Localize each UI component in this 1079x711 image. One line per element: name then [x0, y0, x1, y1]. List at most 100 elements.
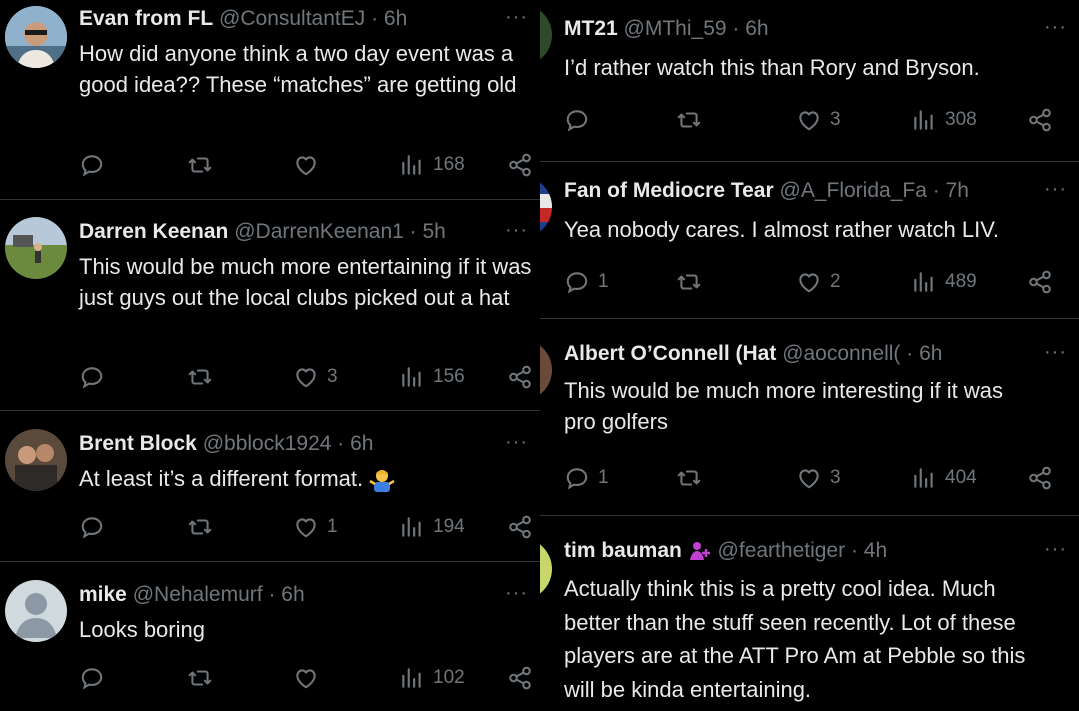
more-dots-icon[interactable]: ··· [1044, 538, 1067, 561]
reply-button[interactable] [564, 105, 598, 135]
timestamp[interactable]: · 5h [410, 220, 446, 243]
timestamp[interactable]: · 7h [933, 179, 969, 202]
user-handle[interactable]: @bblock1924 [203, 432, 332, 455]
views-icon [399, 364, 425, 390]
views-button[interactable]: 404 [911, 463, 977, 493]
views-icon [911, 269, 937, 295]
user-handle[interactable]: @aoconnell( [782, 342, 900, 365]
tweet-header: tim bauman @fearthetiger · 4h [564, 538, 1035, 564]
share-icon[interactable] [507, 152, 533, 178]
tweet-text: This would be much more interesting if i… [564, 378, 1003, 434]
like-button[interactable]: 3 [796, 463, 841, 493]
avatar[interactable] [540, 339, 552, 401]
display-name[interactable]: Brent Block [79, 432, 197, 455]
retweet-button[interactable] [187, 663, 221, 693]
display-name[interactable]: Evan from FL [79, 7, 213, 30]
views-button[interactable]: 102 [399, 663, 465, 693]
avatar[interactable] [5, 429, 67, 491]
share-icon[interactable] [1027, 107, 1053, 133]
timestamp[interactable]: · 6h [732, 17, 768, 40]
retweet-button[interactable] [676, 267, 710, 297]
user-handle[interactable]: @MThi_59 [624, 17, 727, 40]
like-button[interactable]: 2 [796, 267, 841, 297]
like-button[interactable]: 3 [293, 362, 338, 392]
views-button[interactable]: 156 [399, 362, 465, 392]
timestamp[interactable]: · 6h [906, 342, 942, 365]
more-dots-icon[interactable]: ··· [505, 582, 528, 605]
reply-tweet[interactable]: Evan from FL @ConsultantEJ · 6h ··· How … [0, 0, 540, 200]
reply-tweet[interactable]: Brent Block @bblock1924 · 6h ··· At leas… [0, 411, 540, 562]
like-count: 3 [327, 366, 338, 387]
reply-tweet[interactable]: MT21 @MThi_59 · 6h ··· I’d rather watch … [540, 0, 1079, 162]
display-name[interactable]: mike [79, 583, 127, 606]
share-icon[interactable] [1027, 465, 1053, 491]
views-button[interactable]: 168 [399, 150, 465, 180]
user-handle[interactable]: @A_Florida_Fa [780, 179, 927, 202]
share-icon[interactable] [507, 665, 533, 691]
views-button[interactable]: 489 [911, 267, 977, 297]
share-icon[interactable] [507, 364, 533, 390]
avatar[interactable] [5, 6, 67, 68]
tweet-text: At least it’s a different format. [79, 463, 532, 494]
like-button[interactable] [293, 663, 327, 693]
views-button[interactable]: 194 [399, 512, 465, 542]
display-name[interactable]: Darren Keenan [79, 220, 228, 243]
reply-tweet[interactable]: Albert O’Connell (Hat @aoconnell( · 6h ·… [540, 319, 1079, 516]
display-name[interactable]: MT21 [564, 17, 618, 40]
timestamp[interactable]: · 4h [851, 539, 887, 562]
user-handle[interactable]: @Nehalemurf [133, 583, 263, 606]
like-button[interactable] [293, 150, 327, 180]
reply-button[interactable] [79, 150, 113, 180]
reply-tweet[interactable]: tim bauman @fearthetiger · 4h ··· Actual… [540, 516, 1079, 711]
reply-button[interactable] [79, 663, 113, 693]
more-dots-icon[interactable]: ··· [505, 431, 528, 454]
user-handle[interactable]: @DarrenKeenan1 [234, 220, 404, 243]
views-icon [911, 107, 937, 133]
reply-button[interactable]: 1 [564, 463, 609, 493]
reply-tweet[interactable]: Fan of Mediocre Tear @A_Florida_Fa · 7h … [540, 162, 1079, 319]
left-reply-column: Evan from FL @ConsultantEJ · 6h ··· How … [0, 0, 540, 711]
display-name[interactable]: tim bauman [564, 539, 682, 562]
tweet-header: mike @Nehalemurf · 6h [79, 582, 496, 608]
avatar[interactable] [540, 538, 552, 600]
reply-tweet[interactable]: mike @Nehalemurf · 6h ··· Looks boring 1… [0, 562, 540, 711]
retweet-button[interactable] [676, 105, 710, 135]
retweet-button[interactable] [676, 463, 710, 493]
views-icon [399, 514, 425, 540]
reply-button[interactable]: 1 [564, 267, 609, 297]
reply-tweet[interactable]: Darren Keenan @DarrenKeenan1 · 5h ··· Th… [0, 200, 540, 411]
views-button[interactable]: 308 [911, 105, 977, 135]
share-icon[interactable] [507, 514, 533, 540]
avatar[interactable] [5, 217, 67, 279]
display-name[interactable]: Albert O’Connell (Hat [564, 342, 776, 365]
retweet-button[interactable] [187, 150, 221, 180]
action-bar: 1 194 [0, 512, 540, 542]
avatar[interactable] [540, 176, 552, 238]
reply-button[interactable] [79, 512, 113, 542]
timestamp[interactable]: · 6h [371, 7, 407, 30]
user-handle[interactable]: @ConsultantEJ [219, 7, 365, 30]
like-button[interactable]: 3 [796, 105, 841, 135]
more-dots-icon[interactable]: ··· [505, 6, 528, 29]
display-name[interactable]: Fan of Mediocre Tear [564, 179, 774, 202]
share-icon[interactable] [1027, 269, 1053, 295]
more-dots-icon[interactable]: ··· [1044, 16, 1067, 39]
timestamp[interactable]: · 6h [337, 432, 373, 455]
like-button[interactable]: 1 [293, 512, 338, 542]
more-dots-icon[interactable]: ··· [1044, 341, 1067, 364]
reply-count: 1 [598, 467, 609, 488]
action-bar: 102 [0, 663, 540, 693]
avatar[interactable] [540, 4, 552, 66]
like-icon [293, 514, 319, 540]
reply-button[interactable] [79, 362, 113, 392]
user-handle[interactable]: @fearthetiger [718, 539, 846, 562]
more-dots-icon[interactable]: ··· [505, 219, 528, 242]
retweet-button[interactable] [187, 362, 221, 392]
timestamp[interactable]: · 6h [268, 583, 304, 606]
action-bar: 168 [0, 150, 540, 180]
retweet-button[interactable] [187, 512, 221, 542]
more-dots-icon[interactable]: ··· [1044, 178, 1067, 201]
retweet-icon [676, 107, 702, 133]
like-count: 3 [830, 109, 841, 130]
avatar[interactable] [5, 580, 67, 642]
